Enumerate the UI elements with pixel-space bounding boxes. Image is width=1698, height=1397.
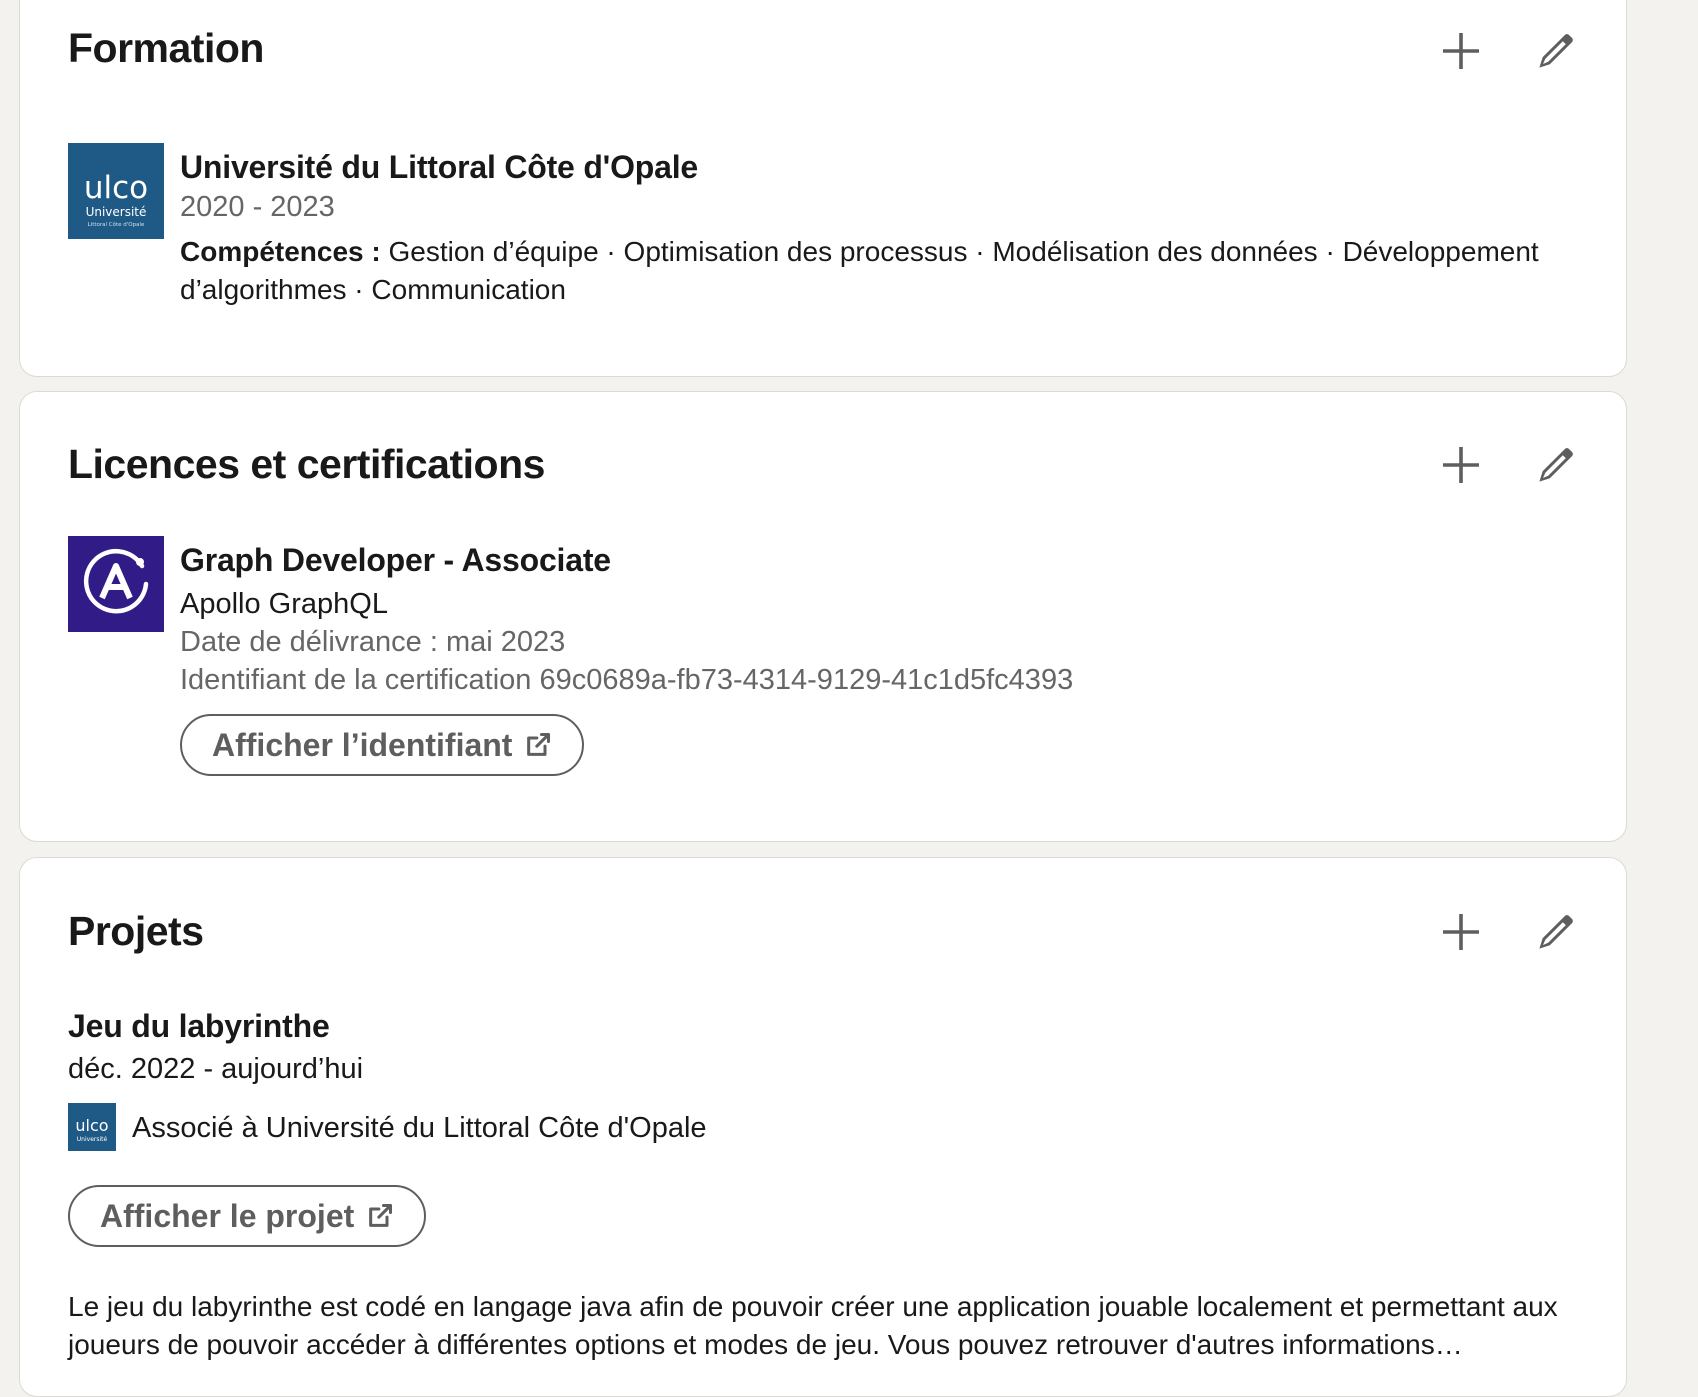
project-name: Jeu du labyrinthe [68,1008,330,1044]
pencil-icon [1539,34,1573,68]
pencil-icon [1539,448,1573,482]
skills-list: Gestion d’équipe · Optimisation des proc… [180,236,1539,305]
plus-icon [1443,33,1479,69]
add-licence-button[interactable] [1431,435,1491,495]
project-dates: déc. 2022 - aujourd’hui [68,1053,364,1085]
show-project-button[interactable]: Afficher le projet [68,1185,427,1247]
formation-school-name[interactable]: Université du Littoral Côte d'Opale [180,149,698,186]
ulco-logo-text: ulco [84,170,148,206]
ulco-logo[interactable]: ulco Université Littoral Côte d'Opale [68,143,164,239]
projets-card: Projets Jeu du labyrinthe déc. 2022 - au… [19,857,1627,1397]
ulco-small-logo-text: ulco [75,1116,108,1135]
plus-icon [1443,914,1479,950]
external-link-icon [366,1202,394,1230]
apollo-graphql-logo[interactable] [68,536,164,632]
edit-licence-button[interactable] [1526,435,1586,495]
licences-section-title: Licences et certifications [68,441,545,487]
show-project-label: Afficher le projet [100,1197,355,1234]
ulco-small-logo[interactable]: ulco Université [68,1103,116,1151]
show-credential-button[interactable]: Afficher l’identifiant [180,714,585,776]
plus-icon [1443,447,1479,483]
licences-card: Licences et certifications Graph Develop… [19,391,1627,842]
project-description: Le jeu du labyrinthe est codé en langage… [68,1291,1558,1360]
skills-label: Compétences : [180,236,381,267]
formation-card: Formation ulco Université Littoral Côte … [19,0,1627,377]
add-formation-button[interactable] [1431,21,1491,81]
certification-issuer: Apollo GraphQL [180,588,388,620]
ulco-logo-caption: Littoral Côte d'Opale [88,221,145,228]
certification-credential-id: Identifiant de la certification 69c0689a… [180,664,1074,696]
ulco-small-logo-subtext: Université [77,1136,108,1143]
certification-issue-date: Date de délivrance : mai 2023 [180,626,566,658]
pencil-icon [1539,915,1573,949]
formation-dates: 2020 - 2023 [180,191,335,223]
formation-section-title: Formation [68,25,264,71]
ulco-logo-subtext: Université [86,205,147,219]
edit-project-button[interactable] [1526,902,1586,962]
certification-name[interactable]: Graph Developer - Associate [180,542,611,579]
external-link-icon [524,731,552,759]
edit-formation-button[interactable] [1526,21,1586,81]
project-association[interactable]: Associé à Université du Littoral Côte d'… [132,1112,707,1145]
projets-section-title: Projets [68,908,204,954]
add-project-button[interactable] [1431,902,1491,962]
formation-skills: Compétences : Gestion d’équipe · Optimis… [180,233,1600,309]
show-credential-label: Afficher l’identifiant [212,726,513,763]
